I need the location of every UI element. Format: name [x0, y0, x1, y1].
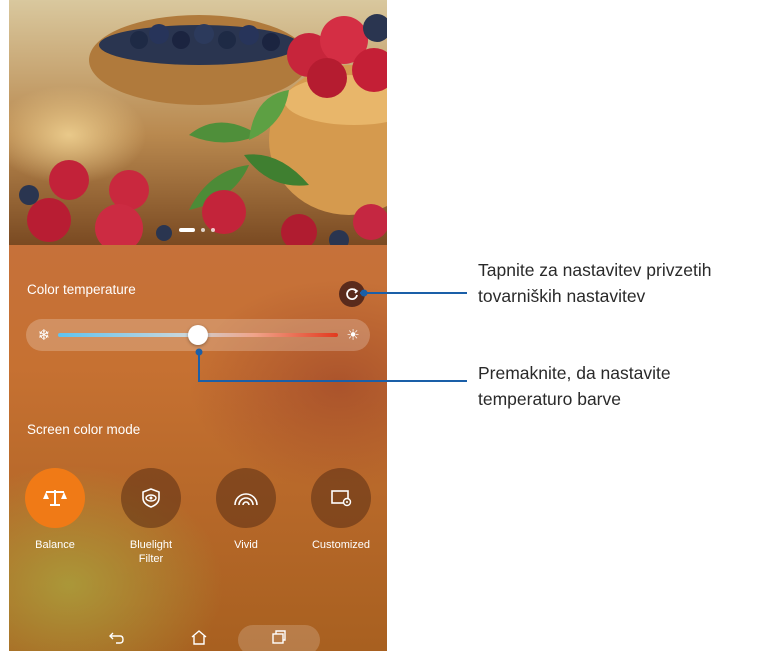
slider-callout-dot	[195, 348, 203, 356]
callout-connectors	[195, 289, 467, 382]
slider-callout-line	[198, 352, 467, 382]
slider-callout-text: Premaknite, da nastavite temperaturo bar…	[478, 363, 671, 409]
reset-callout-text: Tapnite za nastavitev privzetih tovarniš…	[478, 260, 712, 306]
reset-callout-dot	[360, 289, 368, 297]
